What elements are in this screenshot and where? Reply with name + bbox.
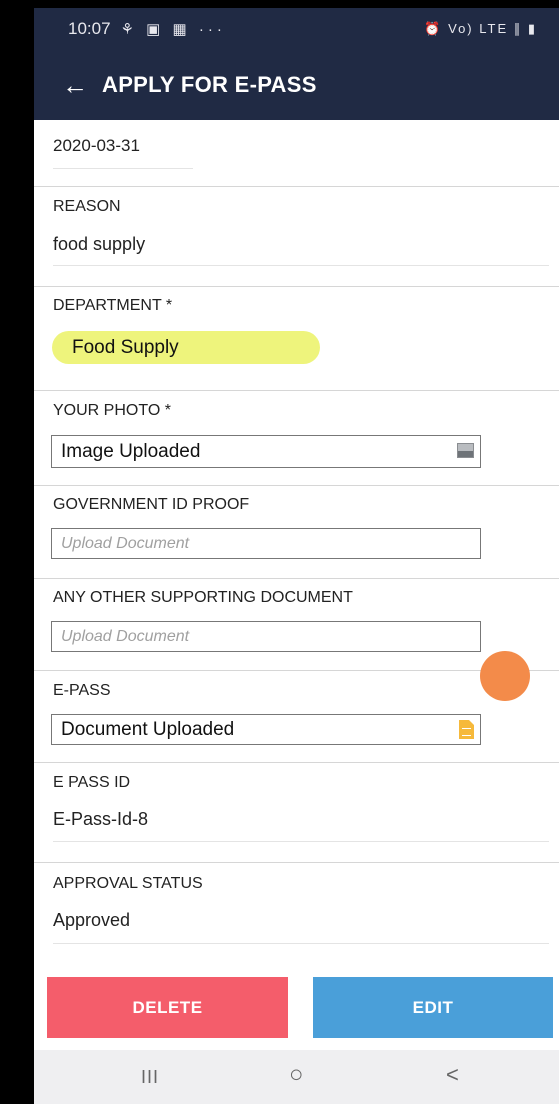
approval-status-value: Approved xyxy=(53,910,131,930)
photo-status: Image Uploaded xyxy=(61,440,201,462)
status-time: 10:07 xyxy=(68,19,111,38)
system-nav-bar: III ○ < xyxy=(34,1050,559,1104)
date-section: 2020-03-31 xyxy=(34,120,559,187)
department-section: DEPARTMENT * Food Supply xyxy=(34,287,559,391)
delete-button[interactable]: DELETE xyxy=(47,977,288,1038)
back-arrow-icon[interactable]: ← xyxy=(62,72,88,98)
gov-id-upload-field[interactable]: Upload Document xyxy=(51,528,481,559)
other-doc-upload-field[interactable]: Upload Document xyxy=(51,621,481,652)
nav-back-icon[interactable]: < xyxy=(446,1062,459,1088)
other-doc-section: ANY OTHER SUPPORTING DOCUMENT Upload Doc… xyxy=(34,579,559,671)
other-doc-label: ANY OTHER SUPPORTING DOCUMENT xyxy=(53,589,353,606)
edit-button[interactable]: EDIT xyxy=(313,977,553,1038)
photo-upload-field[interactable]: Image Uploaded xyxy=(51,435,481,468)
gov-id-label: GOVERNMENT ID PROOF xyxy=(53,496,250,513)
status-bar: 10:07 ⚘ ▣ ▦ ··· ⏰ Vo) LTE ∥ ▮ xyxy=(34,8,559,50)
epass-id-label: E PASS ID xyxy=(53,774,131,791)
department-chip[interactable]: Food Supply xyxy=(52,331,320,364)
home-icon[interactable]: ○ xyxy=(289,1061,304,1089)
app-bar: ← APPLY FOR E-PASS xyxy=(34,50,559,120)
page-title: APPLY FOR E-PASS xyxy=(102,72,317,97)
epass-id-section: E PASS ID E-Pass-Id-8 xyxy=(34,763,559,863)
epass-id-field[interactable]: E-Pass-Id-8 xyxy=(53,809,148,830)
reason-field[interactable]: food supply xyxy=(53,234,145,255)
floating-action-button[interactable] xyxy=(480,651,530,701)
reason-label: REASON xyxy=(53,198,121,215)
approval-underline xyxy=(53,943,549,944)
other-doc-placeholder: Upload Document xyxy=(61,627,190,645)
epass-upload-field[interactable]: Document Uploaded xyxy=(51,714,481,745)
date-field[interactable]: 2020-03-31 xyxy=(53,136,140,156)
device-frame-left xyxy=(0,0,34,1104)
document-icon[interactable] xyxy=(459,720,474,739)
photo-label: YOUR PHOTO * xyxy=(53,402,171,419)
epass-label: E-PASS xyxy=(53,682,111,699)
department-label: DEPARTMENT * xyxy=(53,297,173,314)
approval-section: APPROVAL STATUS Approved xyxy=(34,863,559,965)
reason-underline xyxy=(53,265,549,266)
date-underline xyxy=(53,168,193,169)
gov-id-placeholder: Upload Document xyxy=(61,534,190,552)
notification-icons: ⚘ ▣ ▦ ··· xyxy=(120,21,226,38)
gov-id-section: GOVERNMENT ID PROOF Upload Document xyxy=(34,486,559,579)
device-frame-top xyxy=(0,0,559,8)
approval-label: APPROVAL STATUS xyxy=(53,875,203,892)
system-status-icons: ⏰ Vo) LTE ∥ ▮ xyxy=(424,21,537,36)
epass-id-underline xyxy=(53,841,549,842)
recents-icon[interactable]: III xyxy=(141,1067,159,1088)
epass-section: E-PASS Document Uploaded xyxy=(34,671,559,763)
image-icon[interactable] xyxy=(457,443,474,458)
photo-section: YOUR PHOTO * Image Uploaded xyxy=(34,391,559,486)
reason-section: REASON food supply xyxy=(34,187,559,287)
epass-status: Document Uploaded xyxy=(61,718,235,740)
